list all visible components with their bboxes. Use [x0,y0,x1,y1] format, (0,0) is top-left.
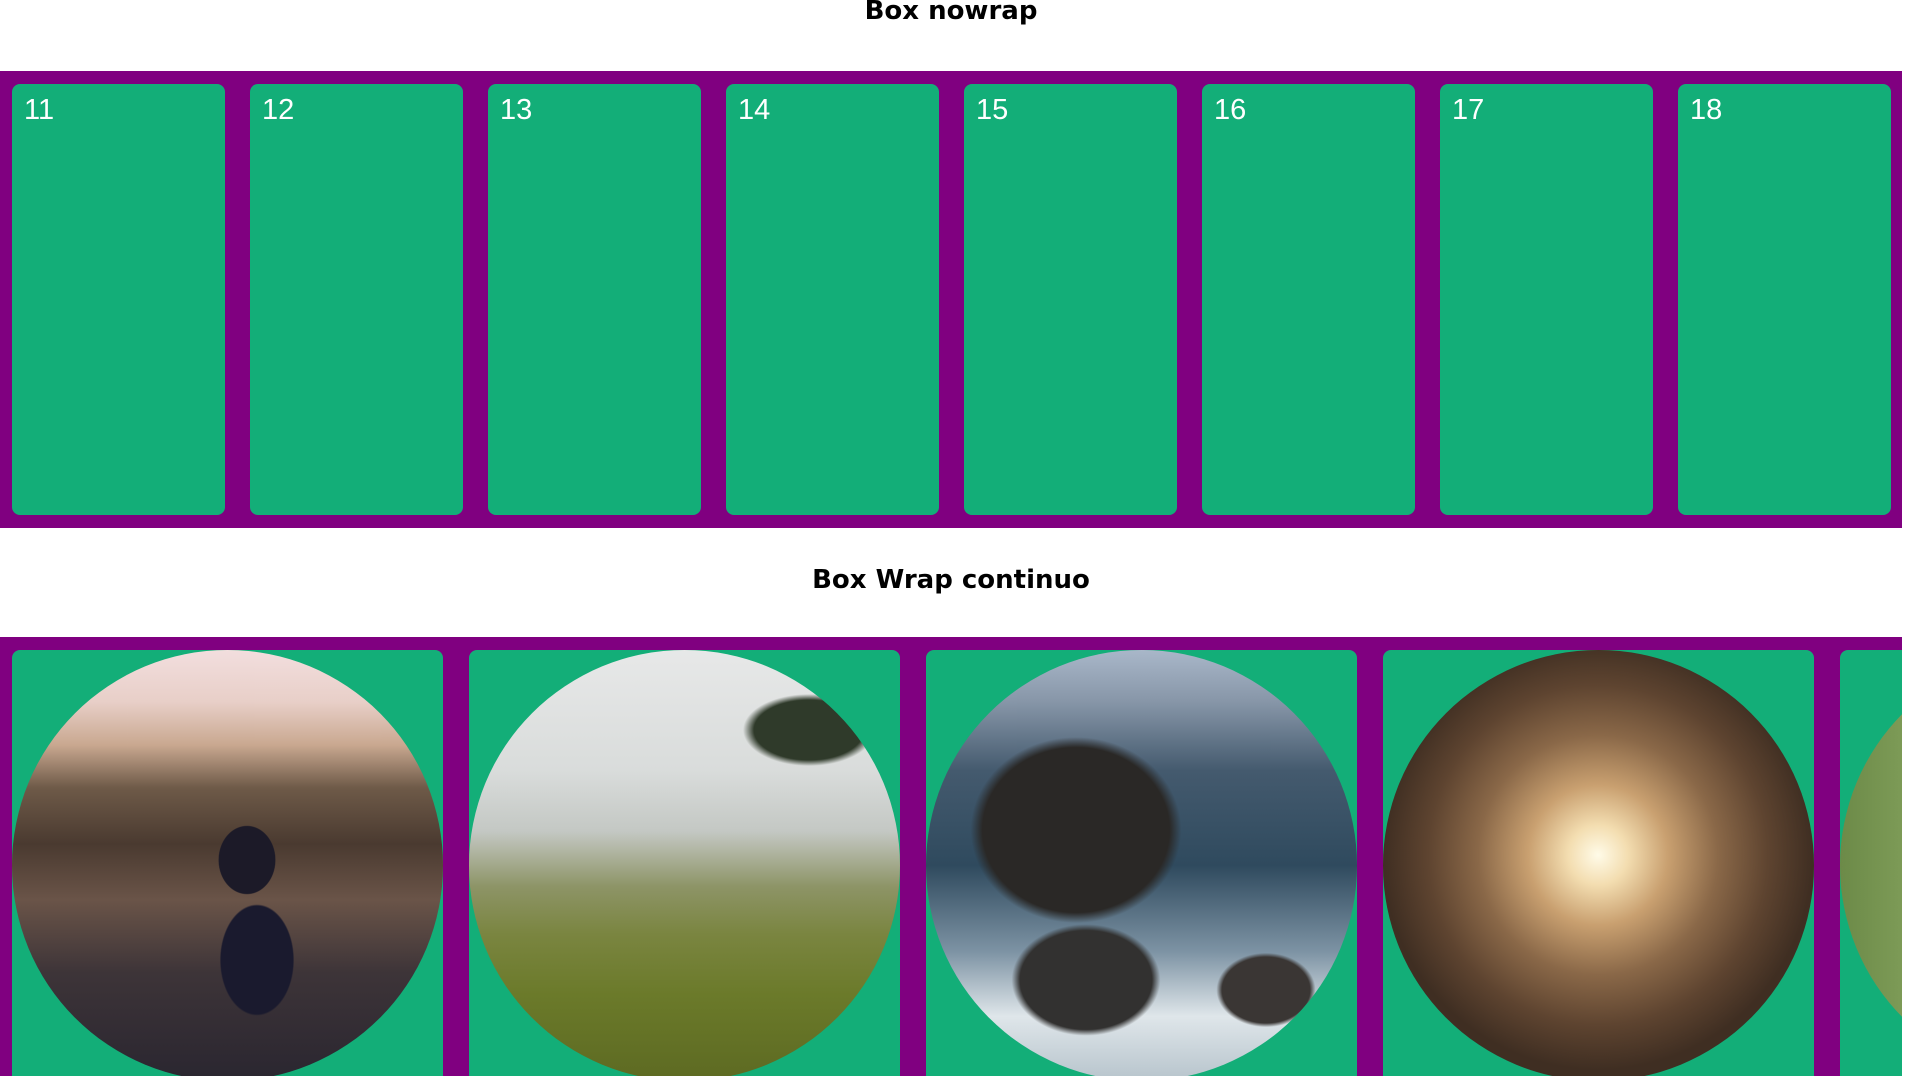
section-title-wrap: Box Wrap continuo [812,565,1090,595]
number-box: 11 [12,84,225,515]
photo-sea-cliffs [926,650,1357,1076]
number-box: 16 [1202,84,1415,515]
number-box: 14 [726,84,939,515]
photo-forest [1840,650,1902,1076]
image-box [1383,650,1814,1076]
photo-person-overlooking-city [12,650,443,1076]
photo-foggy-hillside [469,650,900,1076]
number-box: 15 [964,84,1177,515]
number-box: 18 [1678,84,1891,515]
number-box: 17 [1440,84,1653,515]
image-box [926,650,1357,1076]
image-box [12,650,443,1076]
wrap-container [0,637,1902,1076]
photo-tunnel-light [1383,650,1814,1076]
section-title-nowrap: Box nowrap [864,0,1038,26]
image-box [1840,650,1902,1076]
number-box: 13 [488,84,701,515]
number-box: 12 [250,84,463,515]
image-box [469,650,900,1076]
nowrap-container: 11 12 13 14 15 16 17 18 [0,71,1902,528]
